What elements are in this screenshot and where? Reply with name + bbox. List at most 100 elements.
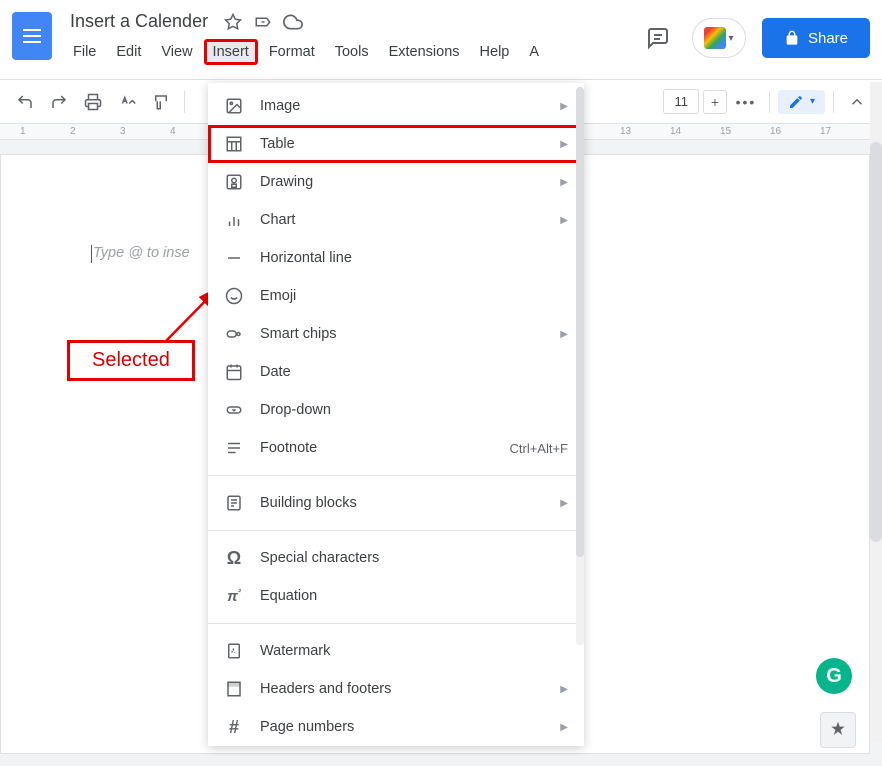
menu-item-label: Page numbers: [260, 719, 544, 735]
insert-menu-image[interactable]: Image▶: [208, 87, 584, 125]
docs-logo[interactable]: [12, 12, 52, 60]
menu-item-label: Equation: [260, 588, 568, 604]
ruler-tick: 16: [770, 126, 781, 137]
table-icon: [224, 134, 244, 154]
headers-icon: [224, 679, 244, 699]
move-icon[interactable]: [252, 11, 274, 33]
menu-item-label: Emoji: [260, 288, 568, 304]
submenu-arrow-icon: ▶: [560, 139, 568, 150]
menu-item-label: Watermark: [260, 643, 568, 659]
menu-item-label: Drop-down: [260, 402, 568, 418]
menu-item-label: Special characters: [260, 550, 568, 566]
insert-menu-date[interactable]: Date: [208, 353, 584, 391]
menu-file[interactable]: File: [64, 39, 105, 65]
dropdown-icon: [224, 400, 244, 420]
ruler-tick: 2: [70, 126, 76, 137]
submenu-arrow-icon: ▶: [560, 329, 568, 340]
menu-view[interactable]: View: [152, 39, 201, 65]
menu-divider: [208, 623, 584, 624]
menu-item-label: Footnote: [260, 440, 493, 456]
collapse-button[interactable]: [842, 87, 872, 117]
print-button[interactable]: [78, 87, 108, 117]
menu-insert[interactable]: Insert: [204, 39, 258, 65]
menu-extensions[interactable]: Extensions: [380, 39, 469, 65]
date-icon: [224, 362, 244, 382]
insert-menu-horizontal-line[interactable]: Horizontal line: [208, 239, 584, 277]
paint-format-button[interactable]: [146, 87, 176, 117]
menu-edit[interactable]: Edit: [107, 39, 150, 65]
meet-button[interactable]: ▾: [692, 18, 746, 58]
chips-icon: [224, 324, 244, 344]
ruler-tick: 15: [720, 126, 731, 137]
menu-item-label: Image: [260, 98, 544, 114]
insert-menu-headers-and-footers[interactable]: Headers and footers ▶: [208, 670, 584, 708]
submenu-arrow-icon: ▶: [560, 684, 568, 695]
insert-menu-drawing[interactable]: Drawing▶: [208, 163, 584, 201]
font-size-increase[interactable]: +: [703, 90, 727, 114]
emoji-icon: [224, 286, 244, 306]
vertical-scrollbar[interactable]: [870, 82, 882, 742]
comments-button[interactable]: [640, 20, 676, 56]
submenu-arrow-icon: ▶: [560, 722, 568, 733]
submenu-arrow-icon: ▶: [560, 498, 568, 509]
insert-menu-special-characters[interactable]: Ω Special characters: [208, 539, 584, 577]
insert-menu-chart[interactable]: Chart ▶: [208, 201, 584, 239]
drawing-icon: [224, 172, 244, 192]
menu-item-label: Date: [260, 364, 568, 380]
editing-mode-button[interactable]: ▾: [778, 90, 825, 114]
menu-tools[interactable]: Tools: [326, 39, 378, 65]
menu-item-label: Drawing: [260, 174, 544, 190]
share-label: Share: [808, 30, 848, 47]
ruler-tick: 17: [820, 126, 831, 137]
insert-menu-smart-chips[interactable]: Smart chips ▶: [208, 315, 584, 353]
line-icon: [224, 248, 244, 268]
omega-icon: Ω: [224, 548, 244, 568]
menu-divider: [208, 530, 584, 531]
redo-button[interactable]: [44, 87, 74, 117]
placeholder-text: Type @ to inse: [93, 245, 190, 261]
ruler-tick: 3: [120, 126, 126, 137]
menu-item-label: Table: [260, 136, 544, 152]
menu-item-label: Building blocks: [260, 495, 544, 511]
dropdown-scrollbar[interactable]: [576, 87, 584, 645]
insert-menu-page-numbers[interactable]: # Page numbers ▶: [208, 708, 584, 746]
equation-icon: π²: [224, 586, 244, 606]
font-size-input[interactable]: 11: [663, 89, 699, 114]
document-title[interactable]: Insert a Calender: [64, 8, 214, 35]
ruler-tick: 1: [20, 126, 26, 137]
ruler-tick: 4: [170, 126, 176, 137]
insert-menu-table[interactable]: Table ▶: [208, 125, 584, 163]
ruler-tick: 13: [620, 126, 631, 137]
watermark-icon: [224, 641, 244, 661]
cloud-icon[interactable]: [282, 11, 304, 33]
image-icon: [224, 96, 244, 116]
menu-shortcut: Ctrl+Alt+F: [509, 441, 568, 456]
menu-item-label: Smart chips: [260, 326, 544, 342]
menu-a[interactable]: A: [520, 39, 548, 65]
insert-menu-building-blocks[interactable]: Building blocks ▶: [208, 484, 584, 522]
insert-menu-watermark[interactable]: Watermark: [208, 632, 584, 670]
undo-button[interactable]: [10, 87, 40, 117]
menu-format[interactable]: Format: [260, 39, 324, 65]
grammarly-badge[interactable]: G: [816, 658, 852, 694]
pagenum-icon: #: [224, 717, 244, 737]
star-icon[interactable]: [222, 11, 244, 33]
share-button[interactable]: Share: [762, 18, 870, 58]
insert-menu-footnote[interactable]: Footnote Ctrl+Alt+F: [208, 429, 584, 467]
submenu-arrow-icon: ▶: [560, 215, 568, 226]
spellcheck-button[interactable]: [112, 87, 142, 117]
meet-icon: [704, 27, 726, 49]
menu-item-label: Chart: [260, 212, 544, 228]
insert-menu-equation[interactable]: π² Equation: [208, 577, 584, 615]
menu-divider: [208, 475, 584, 476]
chart-icon: [224, 210, 244, 230]
more-options[interactable]: •••: [731, 87, 761, 117]
insert-menu-drop-down[interactable]: Drop-down: [208, 391, 584, 429]
menu-item-label: Headers and footers: [260, 681, 544, 697]
menu-help[interactable]: Help: [471, 39, 519, 65]
insert-menu-emoji[interactable]: Emoji: [208, 277, 584, 315]
footnote-icon: [224, 438, 244, 458]
explore-button[interactable]: [820, 712, 856, 748]
blocks-icon: [224, 493, 244, 513]
annotation-selected-label: Selected: [67, 340, 195, 381]
